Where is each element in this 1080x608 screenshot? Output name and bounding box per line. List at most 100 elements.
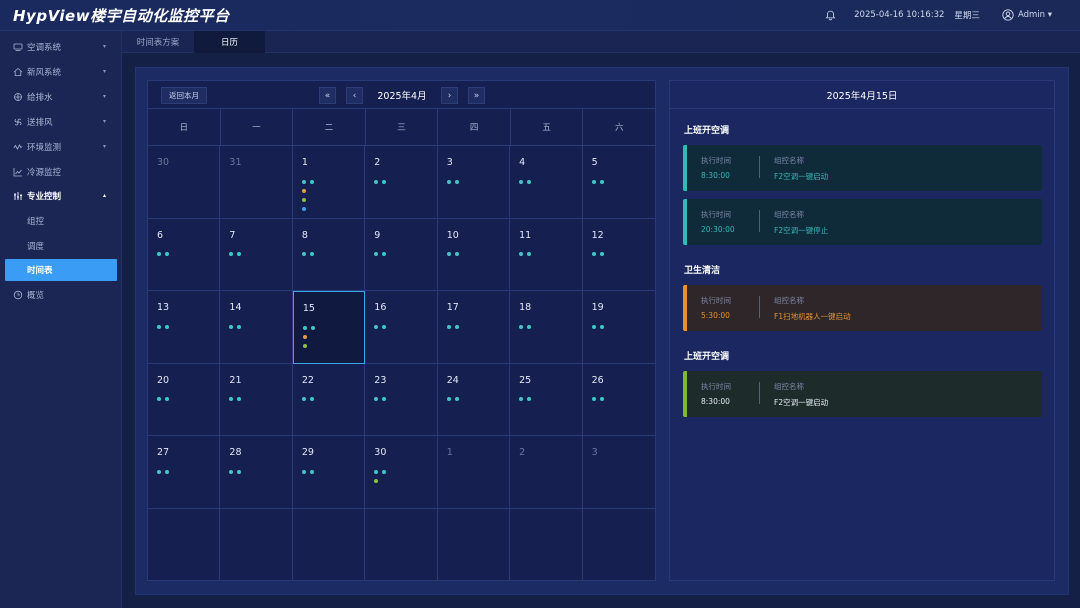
calendar-day[interactable]: 23	[365, 363, 438, 436]
day-number: 30	[374, 447, 387, 458]
chevron-down-icon: ▾	[102, 93, 106, 100]
event-dots	[374, 177, 387, 186]
next-month-button[interactable]: ›	[441, 87, 458, 104]
calendar-day[interactable]: 2	[510, 436, 583, 509]
day-number: 1	[446, 447, 453, 458]
prev-month-button[interactable]: ‹	[346, 87, 363, 104]
calendar-day[interactable]: 14	[220, 291, 293, 364]
calendar-day[interactable]: 12	[582, 219, 655, 291]
day-number: 29	[301, 447, 314, 458]
event-dots	[229, 322, 242, 331]
card-divider	[759, 296, 760, 318]
sidebar-item-fresh-air[interactable]: 新风系统 ▾	[0, 62, 122, 82]
calendar-day[interactable]: 26	[582, 364, 655, 436]
calendar-day[interactable]: 17	[437, 291, 511, 364]
group-title: 上班开空调	[684, 352, 730, 362]
calendar-day[interactable]: 1	[292, 146, 366, 219]
sidebar-item-overview[interactable]: 概览	[0, 285, 122, 305]
calendar-day[interactable]: 30	[148, 146, 221, 219]
schedule-card[interactable]: 执行时间 5:30:00 组控名称 F1扫地机器人一键启动	[683, 285, 1042, 331]
calendar-day[interactable]: 16	[365, 291, 438, 364]
calendar-day[interactable]	[220, 508, 293, 581]
calendar-day[interactable]: 13	[148, 291, 221, 364]
exec-time-label: 执行时间	[701, 156, 731, 165]
next-year-button[interactable]: »	[468, 87, 485, 104]
calendar-day[interactable]: 3	[582, 436, 655, 509]
calendar-day[interactable]: 22	[292, 363, 366, 436]
event-dot	[237, 397, 242, 401]
calendar-day[interactable]: 25	[510, 363, 583, 436]
event-dot	[309, 469, 314, 474]
back-to-month-button[interactable]: 返回本月	[161, 87, 207, 104]
event-dot	[527, 179, 532, 184]
sidebar-item-schedule[interactable]: 调度	[0, 236, 122, 256]
prev-year-button[interactable]: «	[319, 87, 336, 104]
exec-time-value: 8:30:00	[701, 397, 730, 406]
calendar-day[interactable]	[148, 508, 221, 581]
weekday-label: 日	[148, 109, 221, 145]
event-dot	[229, 397, 234, 401]
bell-icon[interactable]	[825, 10, 836, 21]
day-detail-panel: 2025年4月15日 上班开空调 执行时间 8:30:00 组控名称 F2空调一键启动执…	[669, 80, 1055, 581]
calendar-day[interactable]: 10	[437, 218, 511, 291]
user-menu[interactable]: Admin ▾	[1002, 9, 1052, 21]
chevron-down-icon: ▾	[102, 118, 106, 125]
calendar-day[interactable]: 19	[582, 291, 655, 364]
event-dot	[301, 206, 306, 211]
sidebar-item-water[interactable]: 给排水 ▾	[0, 87, 122, 107]
calendar-day[interactable]: 6	[148, 218, 221, 291]
calendar-day[interactable]	[583, 509, 655, 582]
event-dot	[599, 397, 604, 401]
calendar-day[interactable]: 9	[365, 218, 438, 291]
calendar-day-selected[interactable]: 15	[292, 291, 366, 364]
sidebar-item-pro-control[interactable]: 专业控制 ▴	[0, 186, 122, 206]
group-name-label: 组控名称	[774, 156, 804, 165]
calendar-day[interactable]: 21	[220, 363, 293, 436]
calendar-day[interactable]: 3	[437, 146, 511, 219]
sidebar-item-ac[interactable]: 空调系统 ▾	[0, 37, 122, 57]
sidebar-item-environment[interactable]: 环境监测 ▾	[0, 137, 122, 157]
schedule-card[interactable]: 执行时间 20:30:00 组控名称 F2空调一键停止	[683, 199, 1042, 245]
sidebar-item-ventilation[interactable]: 送排风 ▾	[0, 112, 122, 132]
control-icon	[13, 191, 23, 201]
calendar-day[interactable]: 5	[582, 146, 655, 219]
event-dots	[374, 250, 387, 259]
exec-time-label: 执行时间	[701, 382, 731, 391]
calendar-day[interactable]: 30	[365, 436, 438, 509]
sidebar-item-group-control[interactable]: 组控	[0, 211, 122, 231]
sidebar-item-label: 专业控制	[27, 192, 62, 202]
calendar-day[interactable]	[293, 508, 366, 581]
calendar-day[interactable]: 31	[220, 146, 293, 219]
schedule-card[interactable]: 执行时间 8:30:00 组控名称 F2空调一键启动	[683, 371, 1042, 417]
event-dot	[591, 324, 596, 329]
sidebar-item-timetable[interactable]: 时间表	[5, 259, 117, 281]
event-dot	[446, 397, 451, 401]
event-dots	[591, 250, 604, 259]
card-divider	[759, 210, 760, 232]
event-dot	[374, 397, 379, 401]
calendar-day[interactable]: 24	[437, 363, 511, 436]
day-number: 7	[229, 229, 236, 241]
event-dot	[301, 188, 306, 193]
event-dots	[301, 177, 314, 213]
calendar-day[interactable]	[438, 508, 511, 581]
calendar-day[interactable]	[365, 508, 438, 581]
sidebar-item-cold-source[interactable]: 冷源监控	[0, 162, 122, 182]
calendar-day[interactable]: 28	[220, 436, 293, 509]
tab-timetable-plan[interactable]: 时间表方案	[122, 31, 194, 53]
calendar-day[interactable]: 29	[292, 436, 366, 509]
exec-time-label: 执行时间	[701, 210, 731, 219]
tab-calendar[interactable]: 日历	[194, 31, 265, 53]
calendar-day[interactable]: 20	[148, 363, 221, 436]
calendar-day[interactable]: 18	[510, 291, 583, 364]
calendar-day[interactable]: 4	[510, 146, 583, 219]
calendar-day[interactable]: 7	[220, 218, 293, 291]
day-number: 30	[157, 157, 170, 168]
calendar-day[interactable]: 2	[365, 146, 438, 219]
calendar-day[interactable]	[510, 508, 583, 581]
calendar-day[interactable]: 8	[292, 218, 366, 291]
calendar-day[interactable]: 11	[510, 218, 583, 291]
calendar-day[interactable]: 1	[437, 436, 511, 509]
schedule-card[interactable]: 执行时间 8:30:00 组控名称 F2空调一键启动	[683, 145, 1042, 191]
calendar-day[interactable]: 27	[148, 436, 221, 509]
